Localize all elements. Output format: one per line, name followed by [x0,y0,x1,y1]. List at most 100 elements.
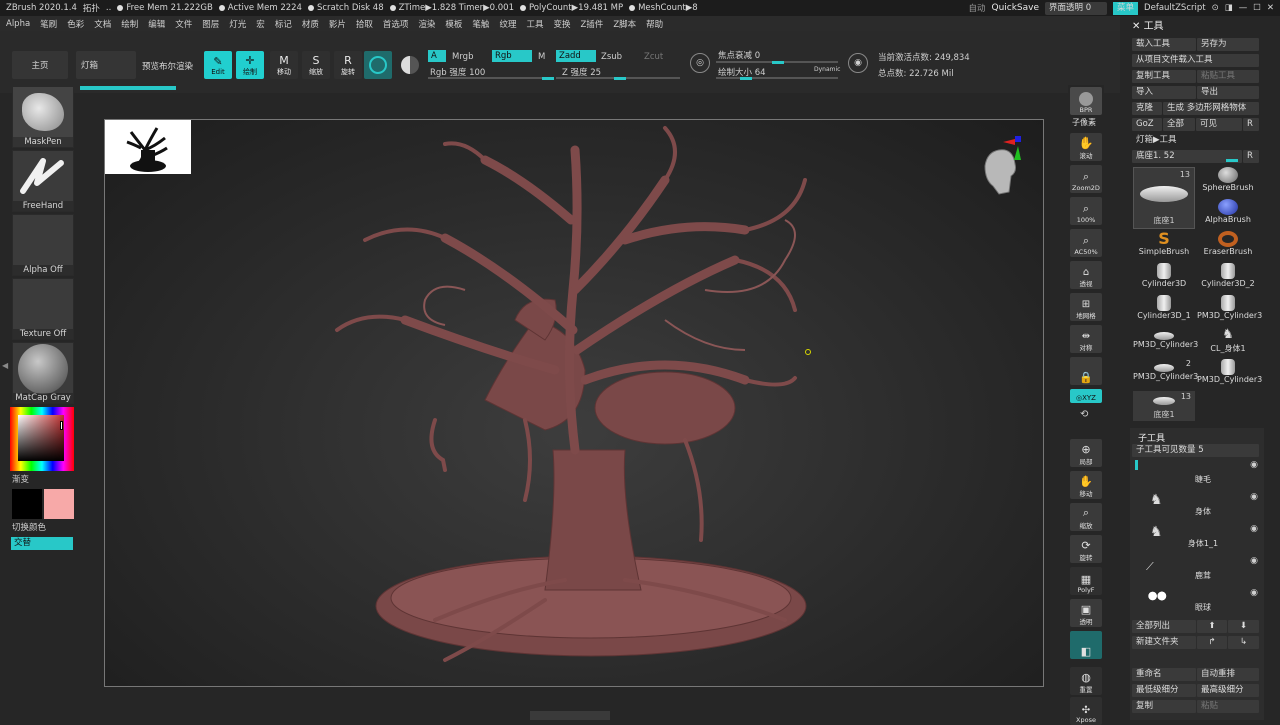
symmetry-button[interactable]: ⇹ 对称 [1070,325,1102,353]
move-down-icon[interactable]: ⬇ [1228,620,1259,633]
menu-color[interactable]: 色彩 [67,18,84,30]
arrow-up-right-icon[interactable]: ↱ [1197,636,1227,649]
xyz-toggle[interactable]: ◎XYZ [1070,389,1102,403]
eye-visibility-icon[interactable]: ◉ [1250,556,1258,566]
perspective-button[interactable]: ⌂ 透视 [1070,261,1102,289]
make-polymesh-button[interactable]: 生成 多边形网格物体 [1163,102,1259,115]
goz-visible-button[interactable]: 可见 [1196,118,1242,131]
menu-marker[interactable]: 标记 [275,18,292,30]
load-from-project-button[interactable]: 从项目文件载入工具 [1132,54,1259,67]
rgb-toggle[interactable]: Rgb [492,50,532,62]
help-icon[interactable]: ⊙ [1212,3,1219,13]
tool-thumb-base[interactable]: 13 底座1 [1133,167,1195,229]
paste-subtool-button[interactable]: 粘贴 [1197,700,1259,713]
subtool-visible-count-slider[interactable]: 子工具可见数量 5 [1132,444,1259,457]
gradient-label[interactable]: 渐变 [12,473,29,485]
tool-pm3d-cylinder3-a[interactable]: PM3D_Cylinder3 [1197,295,1262,325]
zadd-toggle[interactable]: Zadd [556,50,596,62]
subpixel-label[interactable]: 子像素 [1072,117,1096,128]
auto-reorder-button[interactable]: 自动重排 [1197,668,1259,681]
menu-material[interactable]: 材质 [302,18,319,30]
tool-eraserbrush[interactable]: EraserBrush [1197,231,1259,261]
menu-draw[interactable]: 绘制 [121,18,138,30]
tool-cylinder3d-1[interactable]: Cylinder3D_1 [1133,295,1195,325]
m-toggle[interactable]: M [538,52,545,62]
current-tool-slider-knob[interactable] [1226,159,1238,162]
xpose-button[interactable]: ✣ Xpose [1070,697,1102,725]
load-tool-button[interactable]: 载入工具 [1132,38,1196,51]
ghost-button[interactable]: ◧ [1070,631,1102,659]
menu-help[interactable]: 帮助 [646,18,663,30]
tool-cylinder3d[interactable]: Cylinder3D [1133,263,1195,293]
bpr-preview-button[interactable]: 预览布尔渲染 [142,60,193,72]
tool-pm3d-cylinder3-b[interactable]: PM3D_Cylinder3 [1133,327,1198,357]
floor-grid-button[interactable]: ⊞ 地网格 [1070,293,1102,321]
a-toggle[interactable]: A [428,50,446,62]
main-color-swatch[interactable] [12,489,42,519]
eye-visibility-icon[interactable]: ◉ [1250,588,1258,598]
eye-visibility-icon[interactable]: ◉ [1250,460,1258,470]
export-button[interactable]: 导出 [1197,86,1259,99]
texture-toggle-button[interactable] [396,51,424,79]
scale-button[interactable]: S 缩放 [302,51,330,79]
document-canvas[interactable] [104,119,1044,687]
maskpen-brush[interactable]: MaskPen [12,86,74,148]
material-sphere-button[interactable] [364,51,392,79]
save-as-button[interactable]: 另存为 [1197,38,1259,51]
arrow-down-right-icon[interactable]: ↳ [1228,636,1259,649]
paste-tool-button[interactable]: 粘贴工具 [1197,70,1259,83]
menu-stencil[interactable]: 模板 [445,18,462,30]
subtool-row-body[interactable]: ♞ ◉ 身体 [1144,492,1262,520]
menu-layer[interactable]: 图层 [202,18,219,30]
home-button[interactable]: 主页 [12,51,68,79]
edit-button[interactable]: ✎ Edit [204,51,232,79]
bottom-tray-handle[interactable] [530,711,610,720]
menu-alpha[interactable]: Alpha [6,19,30,29]
menu-file[interactable]: 文件 [175,18,192,30]
quicksave-button[interactable]: QuickSave [991,3,1039,13]
menu-transform[interactable]: 变换 [553,18,570,30]
ac50-button[interactable]: ⌕ AC50% [1070,229,1102,257]
menu-zscript[interactable]: Z脚本 [613,18,636,30]
clone-button[interactable]: 克隆 [1132,102,1162,115]
focal-shift-icon[interactable]: ◎ [690,53,710,73]
polyframe-button[interactable]: ▦ PolyF [1070,567,1102,595]
draw-size-knob[interactable] [740,76,752,80]
subtool-row-body1-1[interactable]: ♞ ◉ 身体1_1 [1144,524,1262,552]
transparency-button[interactable]: ▣ 透明 [1070,599,1102,627]
menu-macro[interactable]: 宏 [256,18,265,30]
focal-shift-knob[interactable] [772,60,784,64]
interface-transparency-slider[interactable]: 界面透明 0 [1045,1,1108,15]
default-zscript-button[interactable]: DefaultZScript [1144,3,1206,13]
menu-texture[interactable]: 纹理 [499,18,516,30]
move-button[interactable]: M 移动 [270,51,298,79]
menu-stroke[interactable]: 笔触 [472,18,489,30]
rgb-intensity-knob[interactable] [542,76,554,80]
menu-render[interactable]: 渲染 [418,18,435,30]
eye-visibility-icon[interactable]: ◉ [1250,492,1258,502]
close-icon[interactable]: ✕ [1267,3,1274,13]
actual-size-button[interactable]: ⌕ 100% [1070,197,1102,225]
subtool-scrollbar[interactable] [1135,460,1138,470]
minimize-icon[interactable]: — [1239,3,1248,13]
rgb-intensity-track[interactable] [428,77,552,79]
menu-brush[interactable]: 笔刷 [40,18,57,30]
subtool-title[interactable]: 子工具 [1138,431,1165,444]
zoom2d-button[interactable]: ⌕ Zoom2D [1070,165,1102,193]
eye-visibility-icon[interactable]: ◉ [1250,524,1258,534]
maximize-icon[interactable]: ☐ [1253,3,1261,13]
alpha-slot[interactable]: Alpha Off [12,214,74,276]
color-saturation-box[interactable] [18,415,64,461]
scale-view-button[interactable]: ⌕ 缩放 [1070,503,1102,531]
menu-light[interactable]: 灯光 [229,18,246,30]
subtool-row-eyelash[interactable]: ◉ 睫毛 [1144,460,1262,488]
switch-color-button[interactable]: 切换颜色 [12,521,46,533]
subtool-row-antler[interactable]: ⟋ ◉ 鹿茸 [1144,556,1262,584]
zcut-toggle[interactable]: Zcut [644,52,663,62]
tool-spherebrush[interactable]: SphereBrush [1197,167,1259,197]
lightbox-button[interactable]: 灯箱 [76,51,136,79]
rotate-z-icon[interactable]: ⟲ [1080,409,1088,420]
menu-preferences[interactable]: 首选项 [383,18,409,30]
left-collapse-icon[interactable]: ◀ [2,361,8,370]
menu-toggle[interactable]: 菜单 [1113,1,1139,15]
